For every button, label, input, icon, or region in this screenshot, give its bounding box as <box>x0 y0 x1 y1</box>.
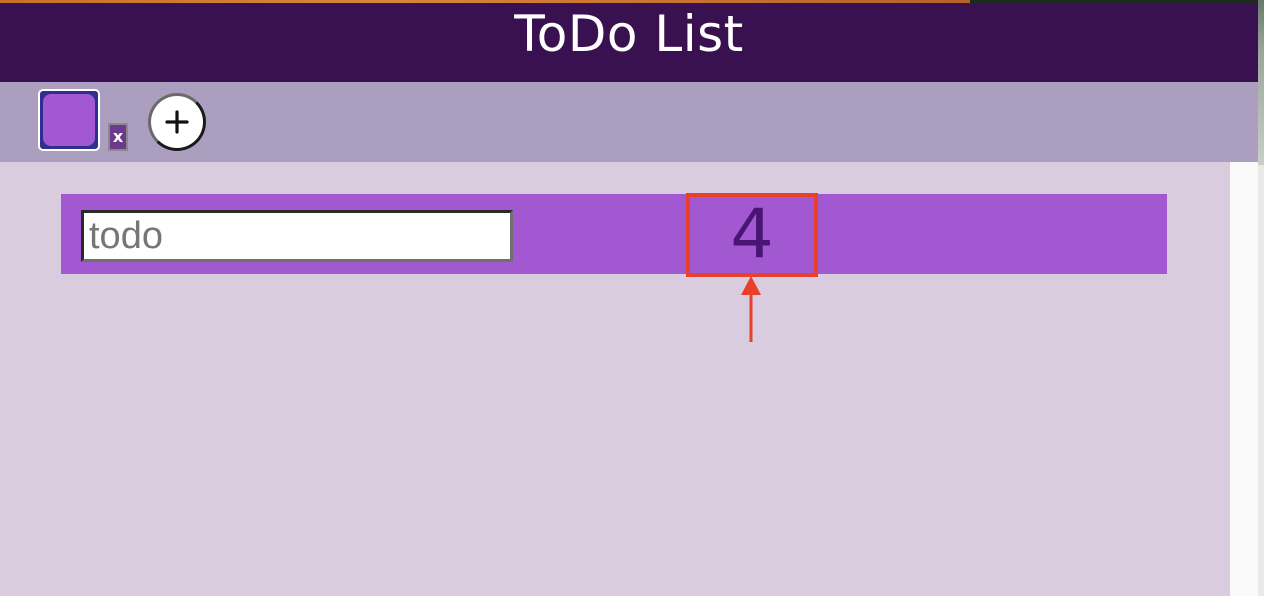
add-list-button[interactable] <box>148 93 206 151</box>
window-edge-top <box>1258 0 1264 165</box>
swatch-fill <box>43 94 95 146</box>
page-title: ToDo List <box>514 5 744 63</box>
todo-count: 4 <box>686 193 818 277</box>
plus-icon <box>165 110 189 134</box>
app-header: ToDo List <box>0 3 1258 82</box>
scrollbar-track[interactable] <box>1229 162 1258 596</box>
todo-input[interactable] <box>81 210 513 262</box>
todo-app: ToDo List x 4 <box>0 0 1264 596</box>
delete-list-button[interactable]: x <box>108 123 128 151</box>
list-color-swatch[interactable] <box>38 89 100 151</box>
annotation-arrow-icon <box>741 276 761 342</box>
